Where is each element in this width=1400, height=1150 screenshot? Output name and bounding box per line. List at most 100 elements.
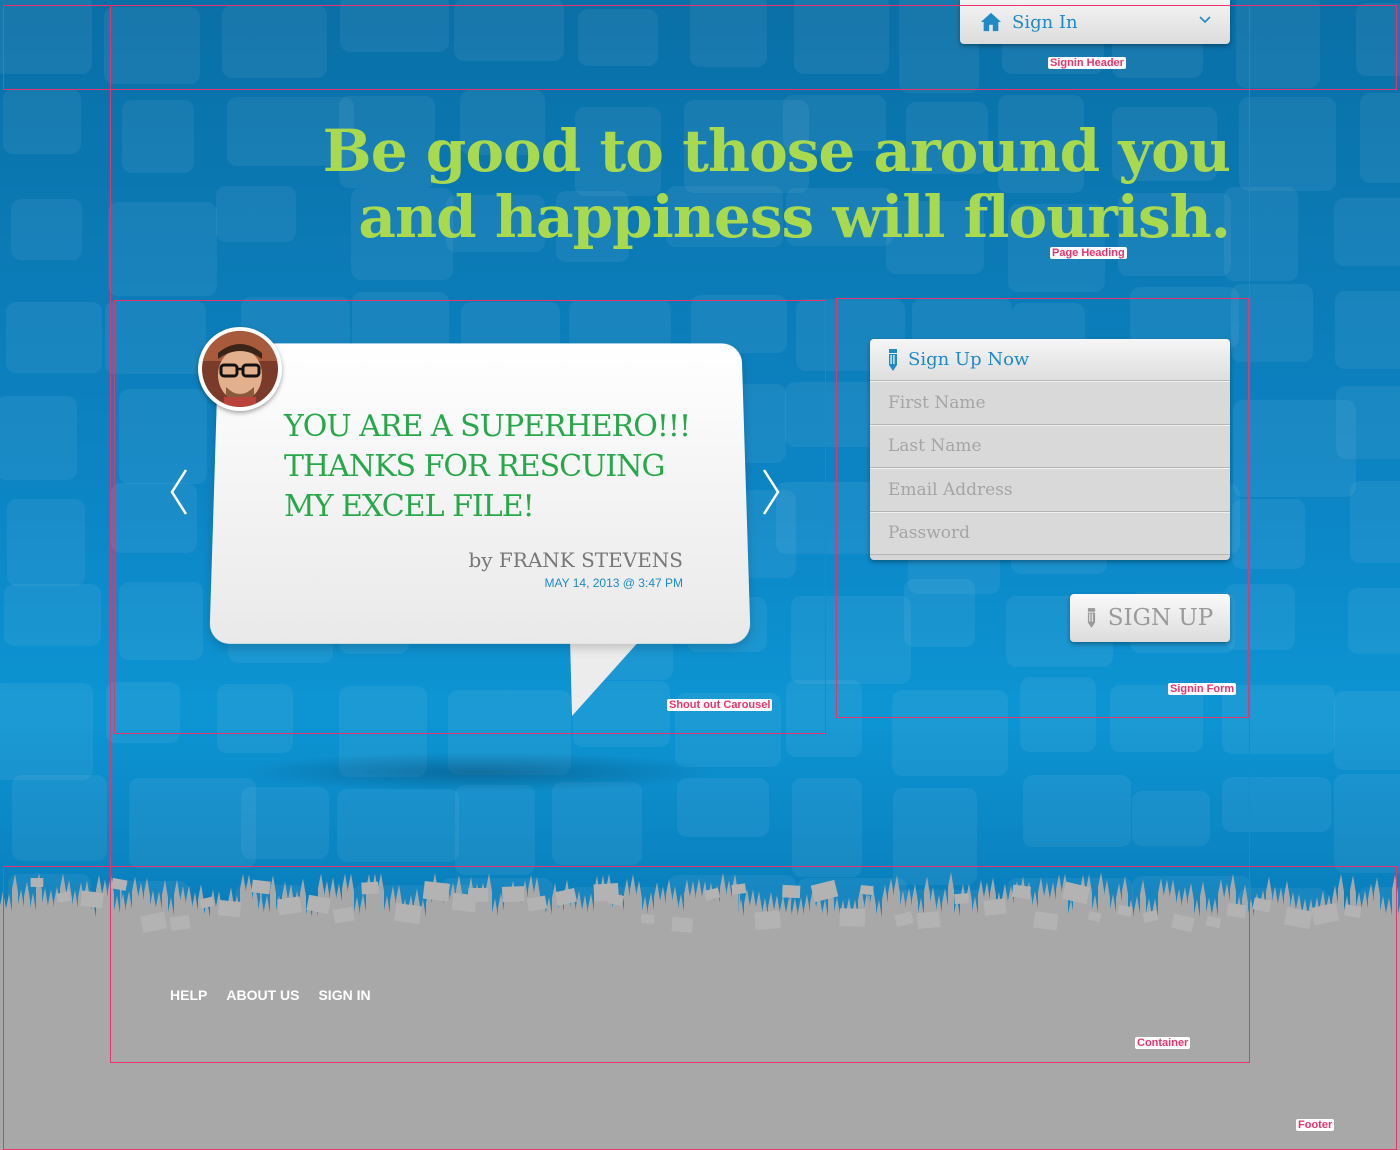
background-bubble: [217, 684, 293, 753]
annotation-label: Shout out Carousel: [667, 699, 772, 711]
background-bubble: [12, 775, 107, 861]
avatar: [198, 327, 282, 411]
background-bubble: [1020, 677, 1096, 752]
background-bubble: [892, 690, 1008, 776]
background-bubble: [4, 584, 101, 646]
footer-link-about-us[interactable]: ABOUT US: [226, 987, 299, 1003]
heading-line-2: and happiness will flourish.: [300, 184, 1230, 250]
background-bubble: [1348, 588, 1400, 654]
background-bubble: [1236, 0, 1320, 88]
grass-sign: [1226, 903, 1246, 919]
background-bubble: [1335, 291, 1400, 369]
background-bubble: [1132, 791, 1210, 846]
background-bubble: [129, 778, 256, 868]
grass-sign: [811, 880, 839, 902]
grass-sign: [502, 886, 524, 902]
grass-sign: [954, 893, 969, 904]
background-bubble: [454, 0, 564, 61]
grass-sign: [983, 898, 1006, 915]
grass-sign: [394, 903, 422, 924]
footer-nav: HELP ABOUT US SIGN IN: [170, 987, 371, 1003]
background-bubble: [776, 482, 882, 554]
grass-stem: [38, 888, 39, 960]
background-bubble: [1231, 284, 1313, 362]
background-bubble: [7, 499, 85, 586]
footer-link-help[interactable]: HELP: [170, 987, 207, 1003]
last-name-field[interactable]: [870, 425, 1230, 469]
grass-sign: [361, 882, 378, 895]
background-bubble: [340, 0, 449, 52]
grass-stem: [869, 896, 870, 960]
password-field[interactable]: [870, 512, 1230, 556]
signup-button[interactable]: SIGN UP: [1070, 594, 1230, 642]
grass-stem: [534, 907, 535, 960]
signup-button-label: SIGN UP: [1108, 605, 1214, 631]
grass-stem: [121, 889, 122, 960]
first-name-field[interactable]: [870, 381, 1230, 425]
grass-sign: [860, 885, 873, 895]
grass-sign: [641, 914, 654, 924]
arrow-right-icon[interactable]: [760, 468, 782, 516]
background-bubble: [108, 202, 217, 296]
grass-sign: [754, 911, 780, 931]
background-bubble: [122, 100, 194, 173]
grass-sign: [1033, 911, 1058, 930]
signup-form-header: Sign Up Now: [870, 339, 1230, 381]
shoutout-quote: YOU ARE A SUPERHERO!!! THANKS FOR RESCUI…: [284, 407, 704, 527]
grass-sign: [839, 908, 865, 926]
background-bubble: [241, 787, 329, 859]
grass-sign: [251, 880, 271, 895]
background-bubble: [1350, 481, 1400, 563]
grass-decoration: [0, 860, 1400, 960]
grass-sign: [170, 915, 191, 931]
footer: [0, 945, 1400, 1150]
signin-header[interactable]: Sign In: [960, 0, 1230, 44]
background-bubble: [119, 389, 207, 484]
background-bubble: [6, 302, 102, 373]
quote-line: MY EXCEL FILE!: [284, 487, 704, 527]
background-bubble: [0, 0, 92, 74]
grass-sign: [917, 911, 941, 929]
annotation-label: Signin Header: [1048, 57, 1126, 69]
signin-label: Sign In: [1012, 12, 1078, 33]
background-bubble: [1334, 198, 1400, 266]
email-field[interactable]: [870, 468, 1230, 512]
background-bubble: [1222, 685, 1335, 754]
background-bubble: [791, 596, 911, 684]
chevron-down-icon[interactable]: [1198, 13, 1212, 27]
annotation-label: Page Heading: [1050, 247, 1127, 259]
grass-sign: [218, 900, 241, 917]
background-bubble: [1334, 774, 1400, 873]
grass-stem: [1215, 927, 1216, 960]
grass-sign: [111, 878, 128, 891]
grass-sign: [80, 891, 103, 909]
background-bubble: [222, 5, 327, 78]
grass-stem: [1098, 922, 1099, 960]
footer-link-sign-in[interactable]: SIGN IN: [318, 987, 370, 1003]
pencil-icon: [1087, 608, 1096, 628]
background-bubble: [105, 301, 206, 374]
grass-stem: [227, 911, 228, 960]
background-bubble: [1225, 584, 1295, 650]
shoutout-author: by FRANK STEVENS: [430, 548, 683, 572]
grass-sign: [31, 878, 44, 887]
quote-line: YOU ARE A SUPERHERO!!!: [284, 407, 704, 447]
background-bubble: [785, 382, 879, 447]
background-bubble: [904, 579, 975, 647]
background-bubble: [3, 89, 81, 154]
grass-blades: [0, 872, 1400, 960]
grass-sign: [782, 885, 800, 898]
bubble-shadow: [240, 752, 720, 792]
background-bubble: [0, 396, 77, 480]
grass-sign: [277, 896, 302, 915]
background-bubble: [1334, 691, 1400, 770]
signup-form: Sign Up Now: [870, 339, 1230, 560]
background-bubble: [119, 582, 203, 660]
pencil-icon: [888, 349, 898, 371]
background-bubble: [1360, 93, 1400, 183]
arrow-left-icon[interactable]: [168, 468, 190, 516]
background-bubble: [786, 680, 862, 757]
background-bubble: [1110, 685, 1203, 752]
background-bubble: [106, 682, 180, 743]
grass-stem: [618, 904, 619, 960]
